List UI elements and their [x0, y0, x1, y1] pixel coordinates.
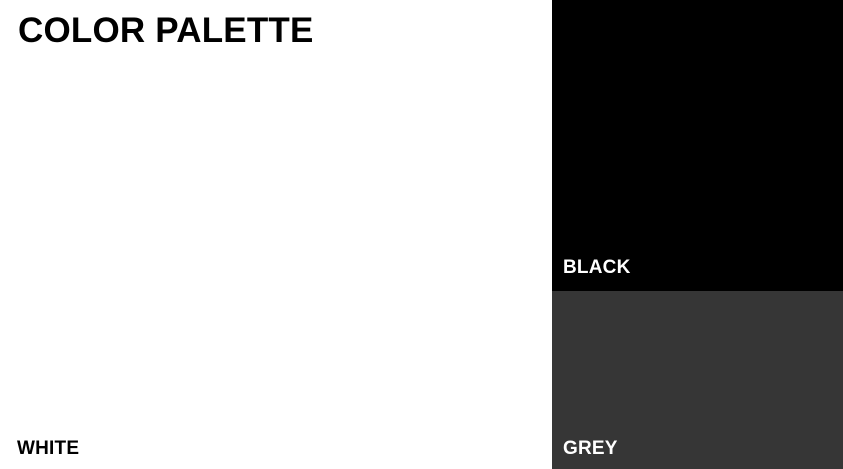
- white-swatch: WHITE: [0, 0, 552, 469]
- color-palette-page: WHITE BLACK GREY COLOR PALETTE: [0, 0, 843, 469]
- grey-swatch-label: GREY: [563, 438, 618, 459]
- black-swatch-label: BLACK: [563, 257, 631, 278]
- grey-swatch: GREY: [552, 291, 843, 469]
- white-swatch-label: WHITE: [17, 438, 80, 459]
- black-swatch: BLACK: [552, 0, 843, 291]
- page-title: COLOR PALETTE: [18, 11, 314, 50]
